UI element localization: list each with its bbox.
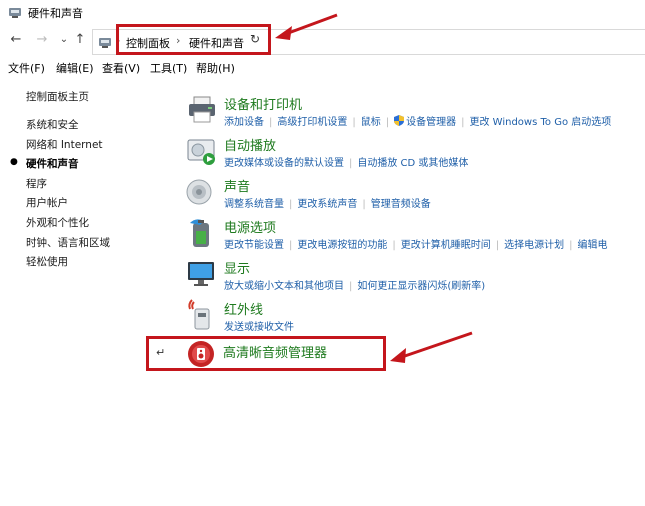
category-title[interactable]: 电源选项	[224, 217, 276, 236]
sidebar-home-link[interactable]: 控制面板主页	[26, 89, 89, 104]
menu-view[interactable]: 查看(V)	[102, 60, 140, 76]
sidebar-item-system-security[interactable]: 系统和安全	[26, 117, 79, 132]
sidebar-item-network[interactable]: 网络和 Internet	[26, 137, 103, 152]
back-arrow-icon[interactable]: ←	[8, 32, 24, 48]
control-panel-icon	[99, 38, 111, 48]
menu-edit[interactable]: 编辑(E)	[56, 60, 94, 76]
link-mouse[interactable]: 鼠标	[361, 117, 381, 128]
category-display: 显示 放大或缩小文本和其他项目 | 如何更正显示器闪烁(刷新率)	[186, 258, 645, 298]
uac-shield-icon	[394, 115, 405, 126]
category-links: 放大或缩小文本和其他项目 | 如何更正显示器闪烁(刷新率)	[224, 281, 486, 292]
active-item-bullet: ●	[10, 157, 18, 167]
window-title: 硬件和声音	[28, 7, 83, 20]
link-edit-plan[interactable]: 编辑电	[578, 240, 608, 251]
recent-locations-icon[interactable]: ⌄	[56, 32, 72, 48]
link-default-media[interactable]: 更改媒体或设备的默认设置	[224, 158, 344, 169]
link-power-button[interactable]: 更改电源按钮的功能	[297, 240, 387, 251]
link-manage-audio[interactable]: 管理音频设备	[371, 199, 431, 210]
sidebar-item-hardware-sound[interactable]: 硬件和声音	[26, 156, 79, 171]
forward-arrow-icon[interactable]: →	[34, 32, 50, 48]
sidebar-item-user-accounts[interactable]: 用户帐户	[26, 195, 68, 210]
category-title[interactable]: 红外线	[224, 299, 263, 318]
sidebar-item-appearance[interactable]: 外观和个性化	[26, 215, 89, 230]
category-links: 添加设备 | 高级打印机设置 | 鼠标 | 设备管理器 | 更改 Windows To Go 启…	[224, 115, 612, 128]
link-windows-to-go[interactable]: 更改 Windows To Go 启动选项	[470, 117, 612, 128]
link-sleep-time[interactable]: 更改计算机睡眠时间	[401, 240, 491, 251]
sidebar-item-ease-of-access[interactable]: 轻松使用	[26, 254, 68, 269]
menu-bar: 文件(F) 编辑(E) 查看(V) 工具(T) 帮助(H)	[0, 57, 645, 77]
category-infrared: 红外线 发送或接收文件	[186, 299, 645, 339]
category-links: 更改节能设置 | 更改电源按钮的功能 | 更改计算机睡眠时间 | 选择电源计划 | 编辑电	[224, 240, 608, 251]
link-device-manager[interactable]: 设备管理器	[406, 117, 456, 128]
link-power-saving[interactable]: 更改节能设置	[224, 240, 284, 251]
monitor-icon	[188, 262, 214, 286]
menu-help[interactable]: 帮助(H)	[196, 60, 235, 76]
link-refresh-rate[interactable]: 如何更正显示器闪烁(刷新率)	[357, 281, 485, 292]
category-links: 调整系统音量 | 更改系统声音 | 管理音频设备	[224, 199, 431, 210]
up-arrow-icon[interactable]: ↑	[72, 32, 88, 48]
menu-tools[interactable]: 工具(T)	[150, 60, 187, 76]
link-text-size[interactable]: 放大或缩小文本和其他项目	[224, 281, 344, 292]
category-devices-printers: 设备和打印机 添加设备 | 高级打印机设置 | 鼠标 | 设备管理器 | 更改 Windows …	[186, 94, 645, 134]
link-add-device[interactable]: 添加设备	[224, 117, 264, 128]
link-adjust-volume[interactable]: 调整系统音量	[224, 199, 284, 210]
sidebar-item-programs[interactable]: 程序	[26, 176, 47, 191]
annotation-box-breadcrumb	[116, 24, 271, 55]
category-power-options: 电源选项 更改节能设置 | 更改电源按钮的功能 | 更改计算机睡眠时间 | 选择电源计划 | 编…	[186, 217, 645, 257]
category-autoplay: 自动播放 更改媒体或设备的默认设置 | 自动播放 CD 或其他媒体	[186, 135, 645, 175]
link-autoplay-cd[interactable]: 自动播放 CD 或其他媒体	[357, 158, 468, 169]
title-bar: 硬件和声音	[0, 0, 645, 24]
category-title[interactable]: 声音	[224, 176, 250, 195]
category-links: 发送或接收文件	[224, 318, 298, 333]
speaker-icon	[186, 179, 212, 205]
control-panel-icon	[9, 8, 21, 18]
link-send-receive[interactable]: 发送或接收文件	[224, 322, 294, 333]
category-sound: 声音 调整系统音量 | 更改系统声音 | 管理音频设备	[186, 176, 645, 216]
printer-icon	[189, 96, 215, 123]
category-title[interactable]: 设备和打印机	[224, 94, 302, 113]
annotation-box-hd-audio	[146, 336, 386, 371]
category-links: 更改媒体或设备的默认设置 | 自动播放 CD 或其他媒体	[224, 158, 469, 169]
infrared-icon	[188, 299, 210, 330]
navigation-bar: ← → ⌄ ↑ › 控制面板 › 硬件和声音 ↻	[0, 26, 645, 56]
link-power-plan[interactable]: 选择电源计划	[504, 240, 564, 251]
autoplay-icon	[187, 139, 215, 165]
menu-file[interactable]: 文件(F)	[8, 60, 45, 76]
battery-icon	[190, 219, 209, 247]
sidebar-item-clock-region[interactable]: 时钟、语言和区域	[26, 235, 110, 250]
link-change-sounds[interactable]: 更改系统声音	[297, 199, 357, 210]
category-title[interactable]: 显示	[224, 258, 250, 277]
category-title[interactable]: 自动播放	[224, 135, 276, 154]
link-advanced-printer[interactable]: 高级打印机设置	[277, 117, 347, 128]
